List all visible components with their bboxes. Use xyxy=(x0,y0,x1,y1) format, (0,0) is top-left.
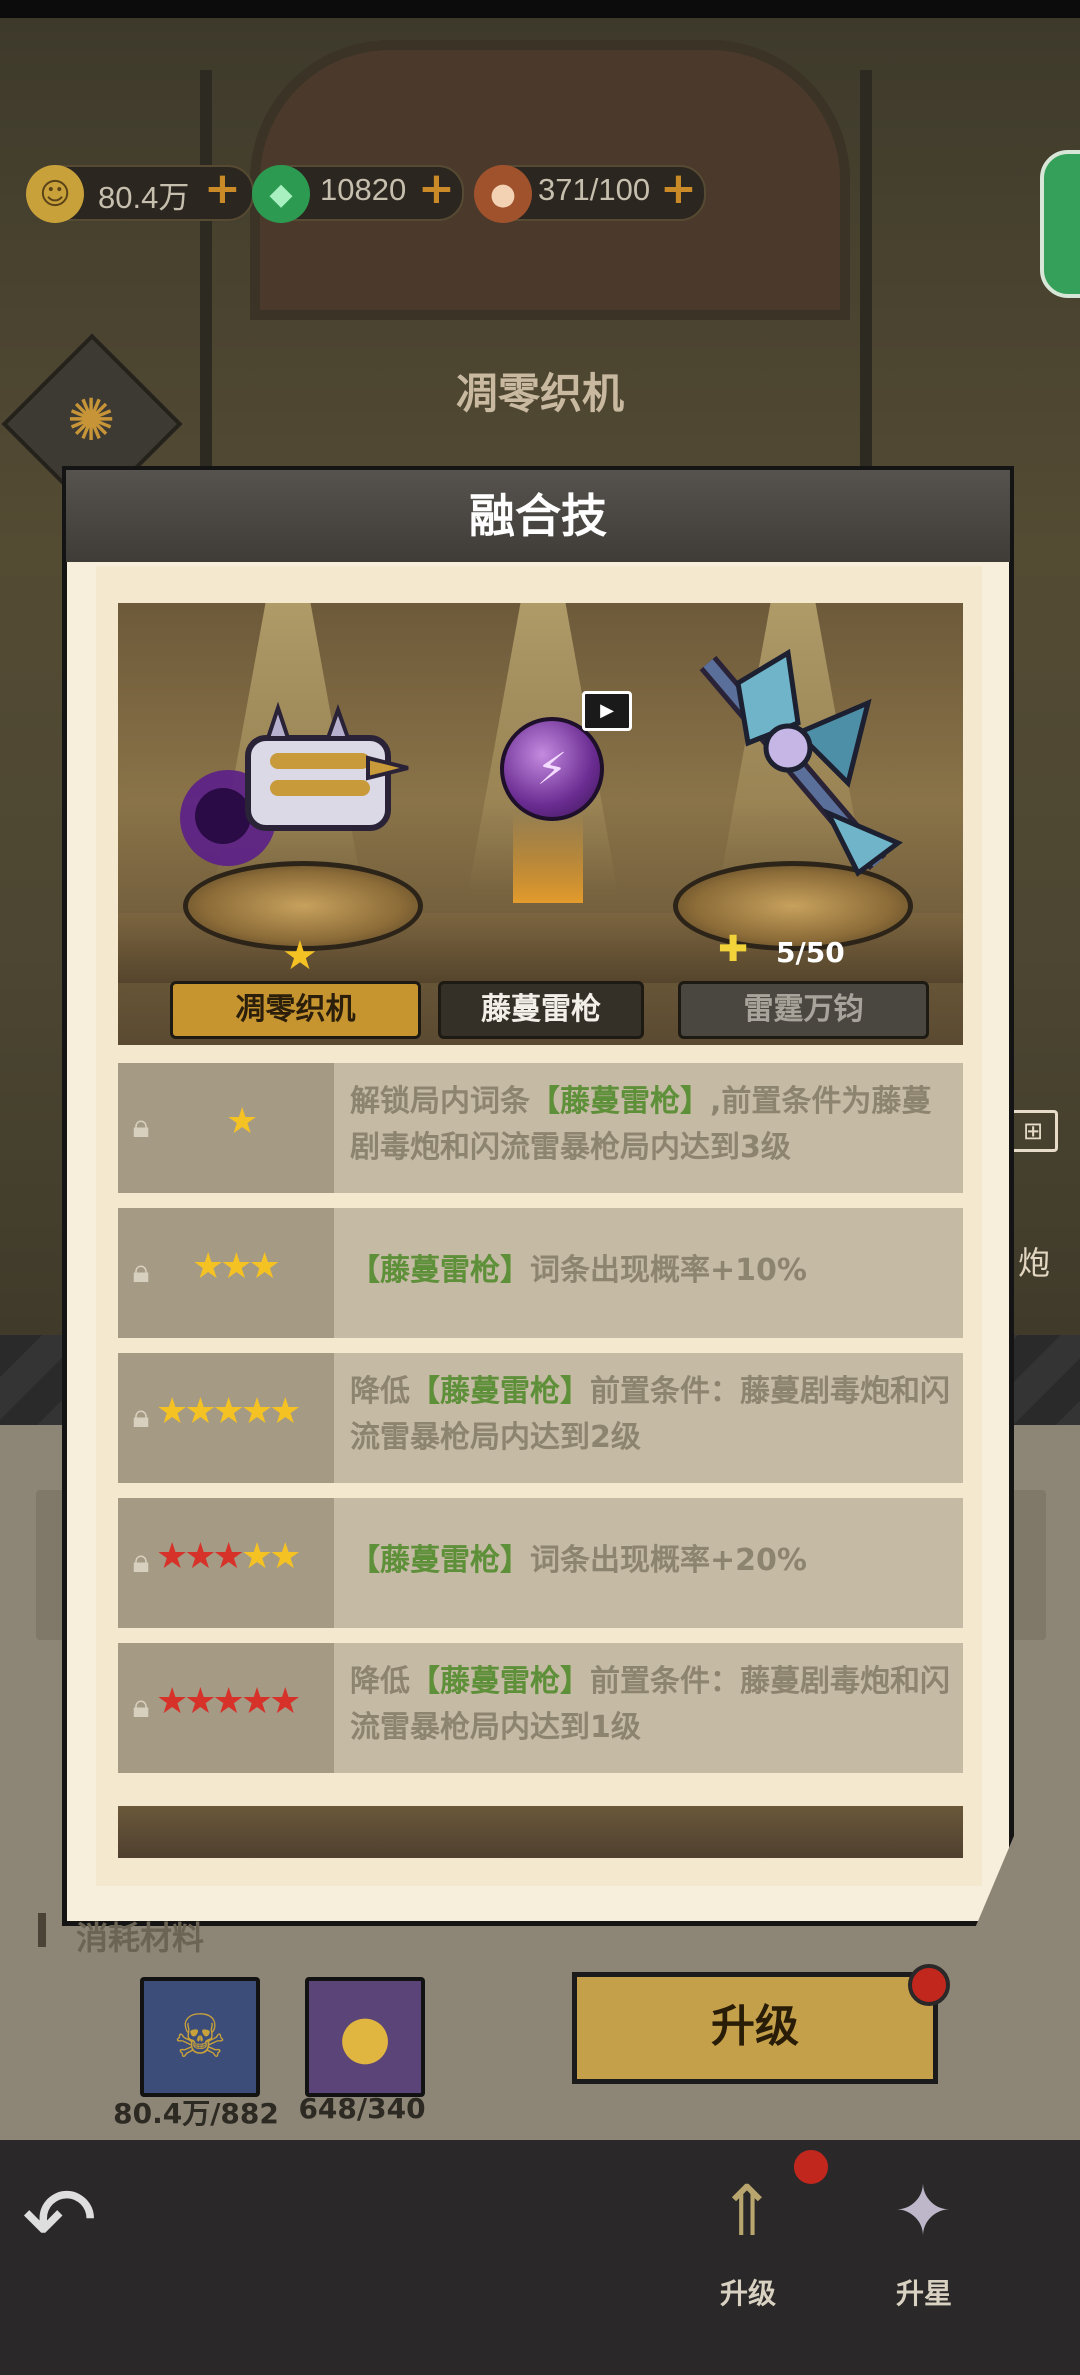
fragment-count: 5/50 xyxy=(776,936,845,969)
next-entry-preview xyxy=(118,1806,963,1858)
skull-coin-icon[interactable]: ☠ xyxy=(140,1977,260,2097)
star-icon: ★ xyxy=(282,933,318,979)
lock-icon: 🔒︎ xyxy=(132,1107,150,1145)
add-gold-button[interactable]: + xyxy=(204,163,241,214)
star-rating: ★★★★★ xyxy=(156,1536,301,1577)
nav-star-up-label[interactable]: 升星 xyxy=(864,2272,984,2312)
notification-dot xyxy=(908,1964,950,2006)
upgrade-button[interactable]: 升级 xyxy=(572,1972,938,2084)
orb-capsule-icon[interactable]: ● xyxy=(305,1977,425,2097)
fusion-skill-orb-icon[interactable]: ⚡ xyxy=(500,717,604,821)
thunder-weapon-icon[interactable] xyxy=(678,643,908,883)
side-label: 炮 xyxy=(1018,1244,1051,1282)
lock-icon: 🔒︎ xyxy=(132,1687,150,1725)
chat-button[interactable] xyxy=(1040,150,1080,298)
material-count: 648/340 xyxy=(298,2092,426,2125)
upgrade-arrow-icon[interactable]: ⇑ xyxy=(692,2170,802,2280)
tab-fusion-skill[interactable]: 藤蔓雷枪 xyxy=(438,981,644,1039)
gold-value: 80.4万 xyxy=(98,180,190,215)
lock-icon: 🔒︎ xyxy=(132,1252,150,1290)
material-count: 80.4万/882 xyxy=(113,2097,279,2130)
tab-left-weapon[interactable]: 凋零织机 xyxy=(170,981,421,1039)
star-rating: ★★★ xyxy=(192,1246,281,1287)
star-rating: ★ xyxy=(226,1101,258,1142)
withering-loom-weapon-icon[interactable] xyxy=(178,698,418,878)
star-rating: ★★★★★ xyxy=(156,1681,301,1722)
unlock-row: 🔒︎ ★★★★★ 【藤蔓雷枪】词条出现概率+20% xyxy=(118,1498,963,1628)
unlock-row: 🔒︎ ★★★★★ 降低【藤蔓雷枪】前置条件：藤蔓剧毒炮和闪流雷暴枪局内达到2级 xyxy=(118,1353,963,1483)
row-description: 解锁局内词条【藤蔓雷枪】,前置条件为藤蔓剧毒炮和闪流雷暴枪局内达到3级 xyxy=(350,1084,932,1165)
section-marker xyxy=(38,1913,46,1947)
tab-right-weapon[interactable]: 雷霆万钧 xyxy=(678,981,929,1039)
unlock-row: 🔒︎ ★★★ 【藤蔓雷枪】词条出现概率+10% xyxy=(118,1208,963,1338)
background-pipe xyxy=(200,70,212,500)
unlock-row: 🔒︎ ★ 解锁局内词条【藤蔓雷枪】,前置条件为藤蔓剧毒炮和闪流雷暴枪局内达到3级 xyxy=(118,1063,963,1193)
gold-coin-icon: ☺ xyxy=(26,165,84,223)
gem-icon: ◆ xyxy=(252,165,310,223)
background-pipe xyxy=(860,70,872,500)
back-arrow-icon[interactable]: ↶ xyxy=(22,2168,142,2273)
video-icon[interactable]: ▶ xyxy=(582,691,632,731)
materials-label: 消耗材料 xyxy=(76,1919,205,1957)
star-rating: ★★★★★ xyxy=(156,1391,301,1432)
row-description: 降低【藤蔓雷枪】前置条件：藤蔓剧毒炮和闪流雷暴枪局内达到1级 xyxy=(350,1664,950,1745)
spiral-emblem-icon[interactable]: ✺ xyxy=(46,375,136,465)
notification-dot xyxy=(790,2146,832,2188)
row-description: 【藤蔓雷枪】词条出现概率+20% xyxy=(350,1543,807,1578)
fragment-icon: ✚ xyxy=(718,929,749,970)
lock-icon: 🔒︎ xyxy=(132,1397,150,1435)
lock-icon: 🔒︎ xyxy=(132,1542,150,1580)
status-strip xyxy=(0,0,1080,18)
nav-upgrade-label[interactable]: 升级 xyxy=(688,2272,808,2312)
weapon-title-bg: 凋零织机 xyxy=(455,369,624,418)
star-up-icon[interactable]: ✦ xyxy=(868,2170,978,2280)
dialog-title: 融合技 xyxy=(469,489,607,543)
row-description: 【藤蔓雷枪】词条出现概率+10% xyxy=(350,1253,807,1288)
unlock-row: 🔒︎ ★★★★★ 降低【藤蔓雷枪】前置条件：藤蔓剧毒炮和闪流雷暴枪局内达到1级 xyxy=(118,1643,963,1773)
side-skill-icon: ⊞ xyxy=(1008,1110,1058,1152)
row-description: 降低【藤蔓雷枪】前置条件：藤蔓剧毒炮和闪流雷暴枪局内达到2级 xyxy=(350,1374,950,1455)
stamina-value: 371/100 xyxy=(538,172,651,207)
fusion-glow xyxy=(513,813,583,903)
gem-value: 10820 xyxy=(320,172,407,207)
stamina-meat-icon: ● xyxy=(474,165,532,223)
fusion-showcase: ⚡ ▶ ★ ✚ 5/50 凋零织机 藤蔓雷枪 雷霆万钧 xyxy=(118,603,963,1045)
add-gem-button[interactable]: + xyxy=(418,163,455,214)
add-stamina-button[interactable]: + xyxy=(660,163,697,214)
